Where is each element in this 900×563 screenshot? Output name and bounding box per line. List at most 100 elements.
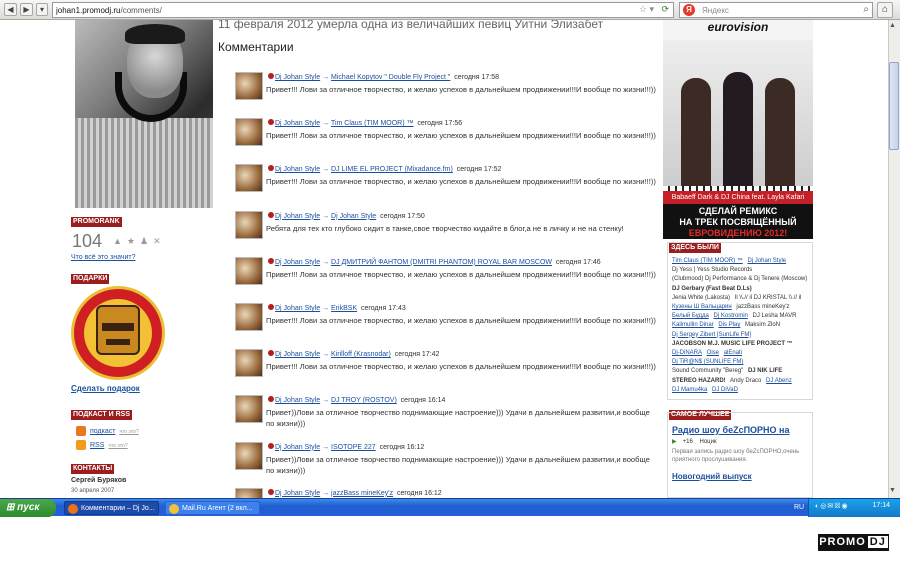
search-input[interactable]: Я Яндекс ⌕ (679, 2, 873, 18)
scroll-up-icon[interactable]: ▲ (889, 22, 896, 29)
comment-target-link[interactable]: ISOTOPE 227 (331, 444, 376, 451)
visitor-link[interactable]: DJ Gerbary (Fast Beat D.Ls) (672, 286, 752, 292)
comment-avatar[interactable] (235, 487, 263, 498)
language-indicator[interactable]: RU (794, 501, 804, 515)
rss-help-link[interactable]: что это? (108, 443, 127, 449)
home-icon[interactable]: ⌂ (877, 2, 893, 18)
visitor-link[interactable]: Maksim ZloN (745, 322, 780, 328)
best-next-title[interactable]: Новогодний выпуск (672, 472, 809, 481)
visitor-link[interactable]: Dj TiR@N$ (SUNLIFE FM) (672, 359, 743, 365)
gifts-title: ПОДАРКИ (71, 274, 110, 284)
comment-avatar[interactable] (235, 72, 263, 100)
visitor-link[interactable]: Dj Kostromin (714, 313, 748, 319)
start-button[interactable]: ⊞ пуск (0, 499, 56, 517)
comment-target-link[interactable]: ErikBSK (331, 305, 357, 312)
comment-avatar[interactable] (235, 210, 263, 239)
visitor-link[interactable]: Dj Johan Style (747, 258, 786, 264)
eurovision-promo-banner[interactable]: eurovision Babaeff Dark & DJ China feat.… (663, 20, 813, 239)
visitor-link[interactable]: Sound Community "Bereg" (672, 368, 743, 374)
comment-author-link[interactable]: Dj Johan Style (275, 397, 320, 404)
clock[interactable]: 17:14 (872, 502, 890, 509)
rank-up-icon[interactable]: ▲ (113, 236, 127, 246)
contact-name: Сергей Буряков (71, 477, 127, 484)
visitor-link[interactable]: DJ Abenz (766, 378, 792, 384)
comment-author-link[interactable]: Dj Johan Style (275, 213, 320, 220)
podcast-help-link[interactable]: что это? (119, 429, 138, 435)
visitors-box: Tim Claus (TIM MOOR) ™ Dj Johan Style Dj… (667, 242, 813, 400)
rss-row[interactable]: RSS что это? (76, 440, 128, 450)
visitor-link[interactable]: Белый Будда (672, 313, 709, 319)
visitor-link[interactable]: DJ Mamu4ka (672, 387, 707, 393)
visitor-link[interactable]: DJ DiVaD (712, 387, 738, 393)
play-icon[interactable]: ▶ (672, 438, 677, 445)
visitor-link[interactable]: JACOBSON M.J. MUSIC LIFE PROJECT ™ (672, 341, 793, 347)
visitor-link[interactable]: Jenia White (Lakosta) (672, 295, 730, 301)
visitor-link[interactable]: (Clubmood) Dj Performance & Dj Tenere (M… (672, 276, 807, 282)
article-title[interactable]: 11 февраля 2012 умерла одна из величайши… (218, 20, 603, 31)
visitor-link[interactable]: Il \\.// il DJ KRISTAL \\.// il (735, 295, 802, 301)
visitor-link[interactable]: DJ Lesha MAVR (753, 313, 797, 319)
scroll-down-icon[interactable]: ▼ (889, 487, 896, 494)
comment-author-link[interactable]: Dj Johan Style (275, 444, 320, 451)
comment-meta: Dj Johan Style → DJ ДМИТРИЙ ФАНТОМ (DMIT… (268, 257, 601, 266)
rss-link[interactable]: RSS (90, 442, 104, 449)
taskbar-firefox-window[interactable]: Комментарии – Dj Jo... (64, 501, 159, 515)
comment-target-link[interactable]: DJ TROY (ROSTOV) (331, 397, 397, 404)
comment-avatar[interactable] (235, 303, 263, 331)
comment-target-link[interactable]: jazzBass mineKey'z (331, 490, 393, 497)
visitor-link[interactable]: Andy Draco (730, 378, 761, 384)
scrollbar-thumb[interactable] (889, 62, 899, 150)
comment-author-link[interactable]: Dj Johan Style (275, 166, 320, 173)
back-arrow-icon[interactable]: ◀ (4, 3, 17, 16)
podcast-row[interactable]: подкаст что это? (76, 426, 139, 436)
person-icon[interactable]: ♟ (140, 236, 153, 246)
comment-avatar[interactable] (235, 441, 263, 470)
visitor-link[interactable]: STEREO HAZARD! (672, 378, 726, 384)
comment-author-link[interactable]: Dj Johan Style (275, 305, 320, 312)
comment-avatar[interactable] (235, 395, 263, 424)
taskbar-mailru-agent[interactable]: Mail.Ru Агент (2 вкл... (165, 501, 260, 515)
visitor-link[interactable]: Кузены Ш Вальцарин (672, 304, 732, 310)
comment-avatar[interactable] (235, 256, 263, 285)
reload-icon[interactable]: ⟳ (661, 4, 669, 15)
comment-author-link[interactable]: Dj Johan Style (275, 259, 320, 266)
comment-target-link[interactable]: Kirilloff (Krasnodar) (331, 351, 391, 358)
close-icon[interactable]: ✕ (153, 236, 166, 246)
tray-icons[interactable]: ◐◎✉☒◉ (815, 502, 849, 510)
make-gift-link[interactable]: Сделать подарок (71, 384, 140, 393)
podcast-link[interactable]: подкаст (90, 428, 115, 435)
url-bar[interactable]: johan1.promodj.ru/comments/ ☆ ▾ ⟳ (52, 2, 674, 18)
visitor-link[interactable]: Dj-DiNARA (672, 350, 702, 356)
visitor-link[interactable]: Kalimullin Dinar (672, 322, 714, 328)
comment-avatar[interactable] (235, 164, 263, 193)
comment-target-link[interactable]: Tim Claus (TIM MOOR) ™ (331, 120, 414, 127)
visitor-link[interactable]: Dis Play (718, 322, 740, 328)
comment-author-link[interactable]: Dj Johan Style (275, 351, 320, 358)
comment-author-link[interactable]: Dj Johan Style (275, 120, 320, 127)
comment-target-link[interactable]: Dj Johan Style (331, 213, 376, 220)
comment-author-link[interactable]: Dj Johan Style (275, 490, 320, 497)
search-icon[interactable]: ⌕ (863, 4, 869, 15)
comment-target-link[interactable]: DJ ДМИТРИЙ ФАНТОМ (DMITRI PHANTOM) ROYAL… (331, 259, 552, 266)
visitor-link[interactable]: Dj Sergey Zibert [SunLife FM] (672, 332, 751, 338)
comment-avatar[interactable] (235, 118, 263, 147)
yandex-icon: Я (683, 4, 695, 16)
visitor-link[interactable]: DJ NIK LIFE (748, 368, 782, 374)
best-podcast-title[interactable]: Радио шоу беZсПОРНО на (672, 425, 809, 435)
comment-target-link[interactable]: Michael Kopytov " Double Fly Project " (331, 74, 450, 81)
visitor-link[interactable]: Dj Yess | Yess Studio Records (672, 267, 752, 273)
star-icon[interactable]: ★ (127, 236, 140, 246)
comment-target-link[interactable]: DJ LIME EL PROJECT (Mixadance.fm) (331, 166, 453, 173)
rank-help-link[interactable]: Что всё это значит? (71, 254, 135, 261)
visitor-link[interactable]: jazzBass mineKey'z (736, 304, 789, 310)
comment-avatar[interactable] (235, 349, 263, 378)
comment-text: Привет))Лови за отличное творчество подн… (266, 408, 650, 429)
comment-author-link[interactable]: Dj Johan Style (275, 74, 320, 81)
history-dropdown-icon[interactable]: ▾ (36, 3, 48, 16)
visitor-link[interactable]: alEnati (724, 350, 742, 356)
bookmark-star-icon[interactable]: ☆ ▾ (639, 4, 654, 15)
visitor-link[interactable]: Tim Claus (TIM MOOR) ™ (672, 258, 743, 264)
promorank-value: 104 (72, 231, 103, 251)
visitor-link[interactable]: Oise (707, 350, 719, 356)
forward-arrow-icon[interactable]: ▶ (20, 3, 33, 16)
